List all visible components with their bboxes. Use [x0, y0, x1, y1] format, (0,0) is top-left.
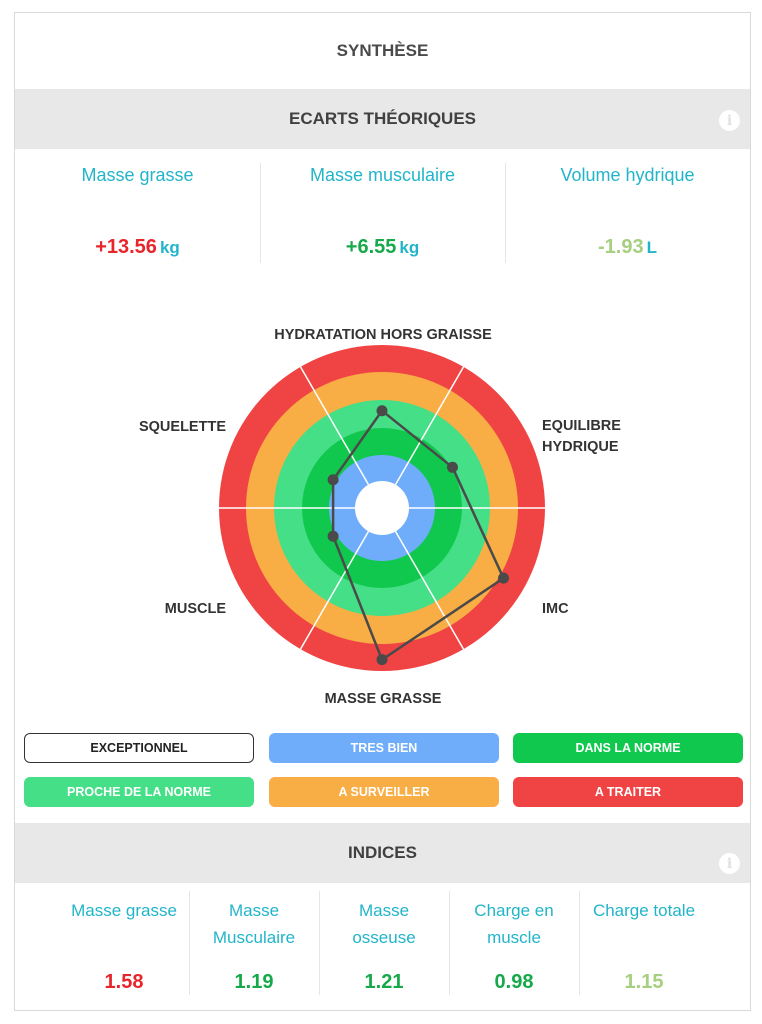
metric-unit: kg [399, 238, 420, 257]
indices-header: INDICES i [15, 823, 750, 883]
index-value: 1.15 [624, 971, 664, 993]
index-item: Charge en muscle 0.98 [449, 891, 579, 1001]
metric-value: -1.93 [598, 236, 644, 258]
info-icon[interactable]: i [719, 110, 740, 131]
metric-unit: kg [159, 238, 180, 257]
radar-point [327, 530, 339, 542]
legend-button-a-traiter[interactable]: A TRAITER [513, 777, 743, 807]
radar-point [376, 405, 388, 417]
metric-label: Volume hydrique [560, 165, 695, 185]
ecarts-header: ECARTS THÉORIQUES i [15, 89, 750, 149]
index-item: Masse osseuse 1.21 [319, 891, 449, 1001]
axis-label-line: HYDRIQUE [542, 439, 619, 455]
index-item: Masse grasse 1.58 [59, 891, 189, 1001]
radar-point [376, 654, 388, 666]
index-value: 1.19 [234, 971, 274, 993]
metric-value: +13.56 [95, 236, 157, 258]
axis-label: IMC [542, 601, 569, 617]
metric-value-line: +13.56 kg [15, 236, 260, 259]
index-item: Charge totale 1.15 [579, 891, 709, 1001]
index-label: Masse osseuse [352, 901, 416, 947]
ecarts-title: ECARTS THÉORIQUES [288, 109, 477, 128]
metric-label: Masse grasse [81, 165, 194, 185]
info-icon[interactable]: i [719, 853, 740, 874]
radar-point [327, 474, 339, 486]
indices-row: Masse grasse 1.58 Masse Musculaire 1.19 Mass… [59, 891, 709, 1001]
index-label: Masse Musculaire [212, 901, 296, 947]
radar-point [446, 461, 458, 473]
index-label: Masse grasse [71, 901, 177, 920]
legend-button-a-surveiller[interactable]: A SURVEILLER [269, 777, 499, 807]
axis-label: MASSE GRASSE [325, 691, 442, 707]
metric-value: +6.55 [345, 236, 397, 258]
index-label: Charge totale [592, 901, 696, 920]
metric-value-line: -1.93 L [505, 236, 750, 259]
synthese-card: SYNTHÈSE ECARTS THÉORIQUES i Masse grass… [14, 12, 751, 1011]
axis-label: SQUELETTE [139, 419, 226, 435]
index-item: Masse Musculaire 1.19 [189, 891, 319, 1001]
legend-button-tres-bien[interactable]: TRES BIEN [269, 733, 499, 763]
radar-chart: HYDRATATION HORS GRAISSE EQUILIBRE HYDRIQU… [139, 327, 621, 707]
ecarts-metrics: Masse grasse +13.56 kg Masse musculaire +… [15, 163, 750, 263]
axis-label-line: EQUILIBRE [542, 418, 621, 434]
index-value: 0.98 [494, 971, 534, 993]
metric-value-line: +6.55 kg [260, 236, 505, 259]
index-value: 1.58 [104, 971, 144, 993]
axis-label: HYDRATATION HORS GRAISSE [274, 327, 492, 343]
legend-button-exceptionnel[interactable]: EXCEPTIONNEL [24, 733, 254, 763]
metric-label: Masse musculaire [309, 165, 456, 185]
indices-title: INDICES [348, 843, 417, 862]
page-title: SYNTHÈSE [336, 41, 429, 60]
axis-label: EQUILIBRE HYDRIQUE [542, 418, 621, 455]
metric-masse-musculaire: Masse musculaire +6.55 kg [260, 163, 505, 263]
index-value: 1.21 [364, 971, 404, 993]
radar-point [498, 572, 510, 584]
metric-volume-hydrique: Volume hydrique -1.93 L [505, 163, 750, 263]
center-hole [355, 481, 409, 535]
legend-button-dans-la-norme[interactable]: DANS LA NORME [513, 733, 743, 763]
axis-label: MUSCLE [165, 601, 227, 617]
metric-masse-grasse: Masse grasse +13.56 kg [15, 163, 260, 263]
legend-button-proche-de-la-norme[interactable]: PROCHE DE LA NORME [24, 777, 254, 807]
metric-unit: L [646, 238, 657, 257]
index-label: Charge en muscle [474, 901, 554, 947]
